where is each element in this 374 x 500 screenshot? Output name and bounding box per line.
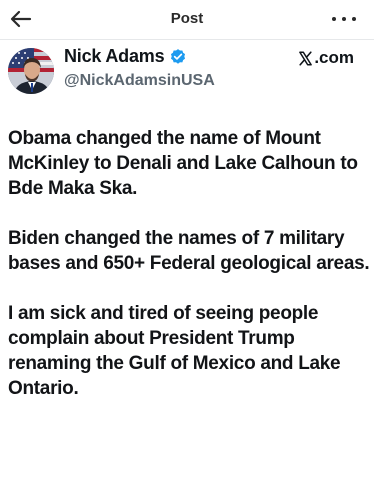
page-title: Post: [170, 10, 204, 27]
x-brand: .com: [298, 48, 354, 68]
author-name: Nick Adams: [64, 46, 165, 66]
author-name-row[interactable]: Nick Adams: [64, 46, 187, 67]
more-options-icon: [332, 17, 336, 21]
verified-badge-icon: [171, 48, 186, 64]
post-paragraph: I am sick and tired of seeing people com…: [8, 303, 341, 399]
author-handle[interactable]: @NickAdamsinUSA: [64, 72, 215, 90]
more-options-button[interactable]: [332, 10, 356, 28]
avatar[interactable]: [8, 48, 54, 94]
header-divider: [0, 39, 374, 40]
brand-label: .com: [314, 48, 354, 67]
post-paragraph: Biden changed the names of 7 military ba…: [8, 228, 370, 274]
post-paragraph: Obama changed the name of Mount McKinley…: [8, 128, 358, 199]
top-bar: Post: [0, 0, 374, 40]
x-logo-icon: [299, 50, 313, 66]
post-text: Obama changed the name of Mount McKinley…: [8, 126, 370, 426]
avatar-image: [8, 48, 54, 94]
